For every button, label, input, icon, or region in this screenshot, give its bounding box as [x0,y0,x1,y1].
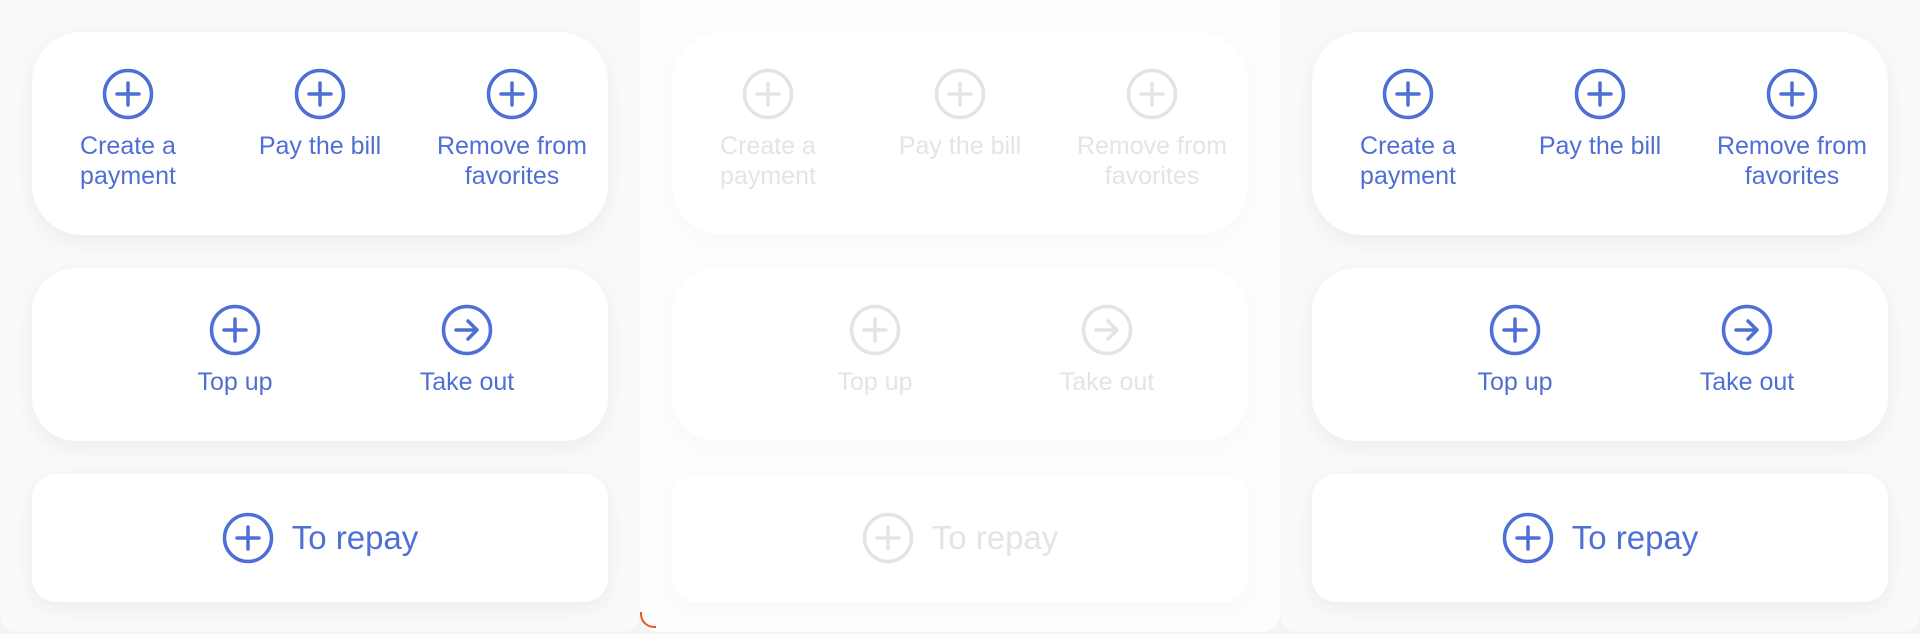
pay-bill-button: Pay the bill [864,68,1056,161]
create-payment-button[interactable]: Create a payment [32,68,224,191]
arrow-right-circle-icon [1081,304,1133,356]
top-up-label: Top up [1477,368,1553,396]
quick-actions-card: Create a payment Pay the bill Remove fro… [32,32,608,235]
actions-panel-active-2: Create a payment Pay the bill Remove fro… [1280,0,1920,632]
plus-circle-icon [1382,68,1434,120]
top-up-button: Top up [759,304,991,397]
plus-circle-icon [102,68,154,120]
arrow-right-circle-icon [441,304,493,356]
pay-bill-button[interactable]: Pay the bill [224,68,416,161]
plus-circle-icon [1574,68,1626,120]
top-up-button[interactable]: Top up [1399,304,1631,397]
plus-circle-icon [862,512,914,564]
to-repay-button[interactable]: To repay [1312,474,1888,602]
take-out-button[interactable]: Take out [351,304,583,397]
plus-circle-icon [1489,304,1541,356]
plus-circle-icon [1766,68,1818,120]
arrow-right-circle-icon [1721,304,1773,356]
quick-actions-card: Create a payment Pay the bill Remove fro… [1312,32,1888,235]
plus-circle-icon [222,512,274,564]
quick-actions-card: Create a payment Pay the bill Remove fro… [672,32,1248,235]
plus-circle-icon [1502,512,1554,564]
plus-circle-icon [294,68,346,120]
pay-bill-label: Pay the bill [898,132,1022,160]
repay-card: To repay [1312,474,1888,602]
transfer-actions-card: Top up Take out [1312,268,1888,441]
plus-circle-icon [486,68,538,120]
create-payment-label: Create a payment [80,132,176,190]
transfer-actions-card: Top up Take out [32,268,608,441]
remove-from-favorites-button[interactable]: Remove from favorites [1696,68,1888,191]
plus-circle-icon [934,68,986,120]
pay-bill-label: Pay the bill [258,132,382,160]
transfer-actions-card: Top up Take out [672,268,1248,441]
to-repay-button[interactable]: To repay [32,474,608,602]
actions-panel-active-1: Create a payment Pay the bill Remove fro… [0,0,640,632]
plus-circle-icon [1126,68,1178,120]
take-out-label: Take out [1699,368,1795,396]
take-out-label: Take out [419,368,515,396]
remove-from-favorites-label: Remove from favorites [436,132,588,190]
repay-card: To repay [672,474,1248,602]
plus-circle-icon [849,304,901,356]
create-payment-button[interactable]: Create a payment [1312,68,1504,191]
remove-from-favorites-button[interactable]: Remove from favorites [416,68,608,191]
create-payment-button: Create a payment [672,68,864,191]
to-repay-label: To repay [291,519,419,556]
remove-from-favorites-label: Remove from favorites [1716,132,1868,190]
plus-circle-icon [209,304,261,356]
top-up-button[interactable]: Top up [119,304,351,397]
remove-from-favorites-button: Remove from favorites [1056,68,1248,191]
selection-corner-marker [640,612,656,628]
plus-circle-icon [742,68,794,120]
take-out-button: Take out [991,304,1223,397]
pay-bill-label: Pay the bill [1538,132,1662,160]
create-payment-label: Create a payment [720,132,816,190]
top-up-label: Top up [837,368,913,396]
take-out-label: Take out [1059,368,1155,396]
to-repay-label: To repay [1571,519,1699,556]
to-repay-label: To repay [931,519,1059,556]
actions-panel-disabled: Create a payment Pay the bill Remove fro… [640,0,1280,632]
to-repay-button: To repay [672,474,1248,602]
top-up-label: Top up [197,368,273,396]
take-out-button[interactable]: Take out [1631,304,1863,397]
create-payment-label: Create a payment [1360,132,1456,190]
pay-bill-button[interactable]: Pay the bill [1504,68,1696,161]
repay-card: To repay [32,474,608,602]
remove-from-favorites-label: Remove from favorites [1076,132,1228,190]
